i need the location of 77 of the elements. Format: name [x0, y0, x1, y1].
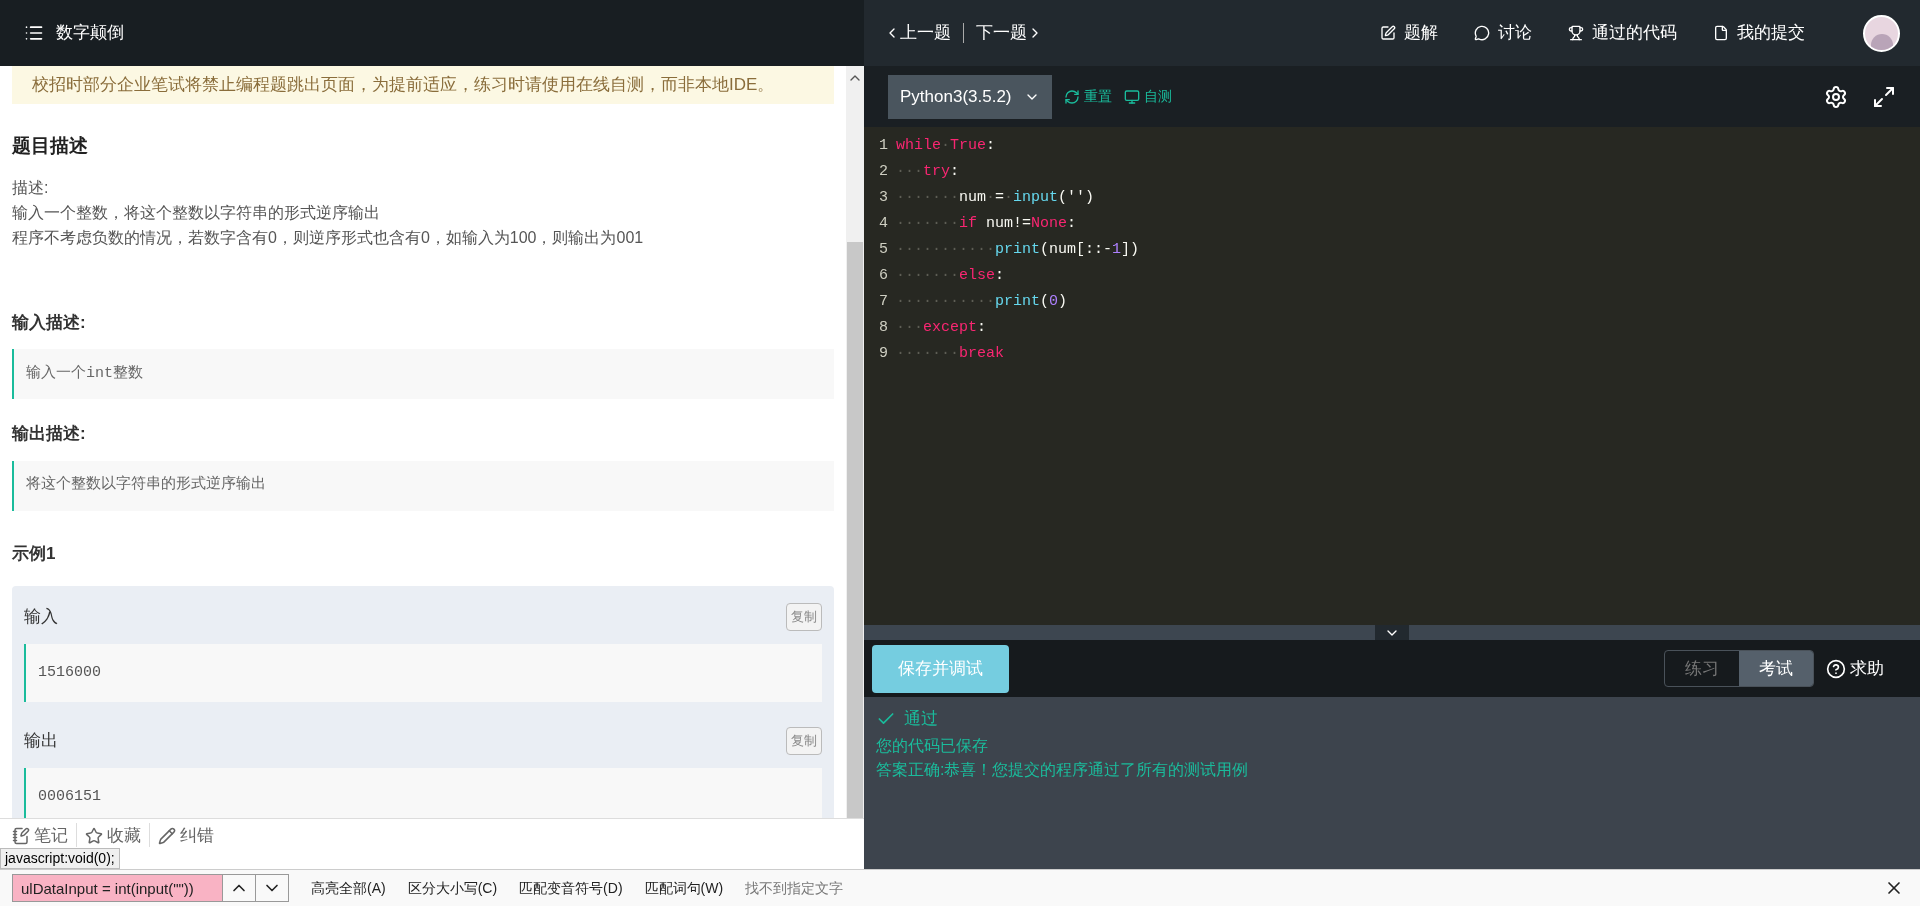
line-number: 2 — [878, 161, 889, 182]
section-heading: 输出描述: — [12, 423, 87, 445]
settings-icon[interactable] — [1824, 84, 1848, 109]
example-label: 输出 — [24, 730, 58, 753]
example-value: 1516000 — [24, 644, 822, 702]
fullscreen-icon[interactable] — [1872, 84, 1896, 109]
next-link[interactable]: 下一题 — [976, 20, 1043, 46]
avatar[interactable] — [1863, 14, 1900, 52]
result-status: 通过 — [904, 708, 938, 731]
find-option[interactable]: 高亮全部(A) — [311, 877, 386, 899]
result-message: 您的代码已保存 — [876, 736, 989, 756]
nav-link[interactable]: 题解 — [1380, 20, 1438, 46]
help-icon — [1826, 658, 1846, 679]
line-number: 1 — [878, 135, 889, 156]
document-icon — [1713, 25, 1729, 41]
description-block: 输入一个int整数 — [12, 349, 834, 399]
find-option[interactable]: 区分大小写(C) — [407, 877, 498, 899]
find-option[interactable]: 匹配变音符号(D) — [519, 877, 623, 899]
previous-match-button[interactable] — [223, 874, 256, 902]
line-number: 8 — [878, 317, 889, 338]
code-line: ·······num·=·input('') — [896, 187, 1095, 208]
description-text: 描述: — [12, 177, 50, 198]
code-line: ···try: — [896, 161, 960, 182]
description-text: 程序不考虑负数的情况，若数字含有0，则逆序形式也含有0，如输入为100，则输出为001 — [12, 227, 645, 248]
section-heading: 题目描述 — [12, 134, 89, 158]
list-icon[interactable] — [24, 23, 44, 43]
refresh-icon — [1064, 88, 1080, 105]
self-test-button[interactable]: 自测 — [1124, 86, 1172, 107]
code-line: ·······if num!=None: — [896, 213, 1077, 234]
edit-icon — [1380, 25, 1396, 41]
code-editor[interactable]: 1 while·True: 2 ···try: 3 ·······num·=·input('') 4 ·······if num!=None: 5 ···········print(num[::-1]) 6 ·······else: 7 ···········print(0) 8 ···except: 9 ·······break — [864, 127, 1920, 625]
action-link[interactable]: 笔记 — [12, 823, 68, 849]
reset-button[interactable]: 重置 — [1064, 86, 1112, 107]
notice-banner: 校招时部分企业笔试将禁止编程题跳出页面，为提前适应，练习时请使用在线自测，而非本地IDE。 — [12, 66, 834, 104]
speech-bubble-icon — [1474, 25, 1490, 41]
notebook-icon — [12, 826, 30, 845]
section-heading: 输入描述: — [12, 311, 87, 334]
find-option[interactable]: 匹配词句(W) — [644, 877, 724, 899]
star-icon — [85, 826, 103, 845]
code-line: while·True: — [896, 135, 996, 156]
nav-link[interactable]: 通过的代码 — [1568, 20, 1677, 46]
action-link[interactable]: 纠错 — [158, 823, 214, 849]
code-line: ···········print(0) — [896, 291, 1068, 312]
line-number: 4 — [878, 213, 889, 234]
code-line: ···except: — [896, 317, 987, 338]
collapse-handle[interactable] — [1375, 625, 1409, 640]
trophy-icon — [1568, 25, 1584, 41]
action-link[interactable]: 收藏 — [85, 823, 141, 849]
code-line: ·······break — [896, 343, 1005, 364]
line-number: 3 — [878, 187, 889, 208]
monitor-icon — [1124, 88, 1140, 105]
prev-link[interactable]: 上一题 — [884, 20, 951, 46]
nav-link[interactable]: 讨论 — [1474, 20, 1532, 46]
example-value: 0006151 — [24, 768, 822, 818]
line-number: 6 — [878, 265, 889, 286]
code-line: ···········print(num[::-1]) — [896, 239, 1140, 260]
mode-tab[interactable]: 考试 — [1739, 651, 1813, 686]
nav-link[interactable]: 我的提交 — [1713, 20, 1805, 46]
section-heading: 示例1 — [12, 542, 57, 565]
code-line: ·······else: — [896, 265, 1005, 286]
language-select[interactable]: Python3(3.5.2) — [888, 74, 1052, 119]
status-tooltip: javascript:void(0); — [0, 848, 120, 869]
next-match-button[interactable] — [256, 874, 289, 902]
line-number: 9 — [878, 343, 889, 364]
pencil-icon — [158, 826, 176, 845]
line-number: 7 — [878, 291, 889, 312]
example-label: 输入 — [24, 606, 58, 629]
problem-title: 数字颠倒 — [56, 22, 124, 45]
find-input[interactable]: ulDataInput = int(input("")) — [12, 874, 223, 902]
find-message: 找不到指定文字 — [745, 878, 844, 898]
description-text: 输入一个整数，将这个整数以字符串的形式逆序输出 — [12, 202, 381, 223]
help-button[interactable]: 求助 — [1826, 655, 1884, 682]
scrollbar[interactable] — [846, 66, 864, 818]
mode-tab[interactable]: 练习 — [1665, 651, 1739, 686]
line-number: 5 — [878, 239, 889, 260]
description-block: 将这个整数以字符串的形式逆序输出 — [12, 460, 834, 511]
result-message: 答案正确:恭喜！您提交的程序通过了所有的测试用例 — [876, 760, 1250, 780]
